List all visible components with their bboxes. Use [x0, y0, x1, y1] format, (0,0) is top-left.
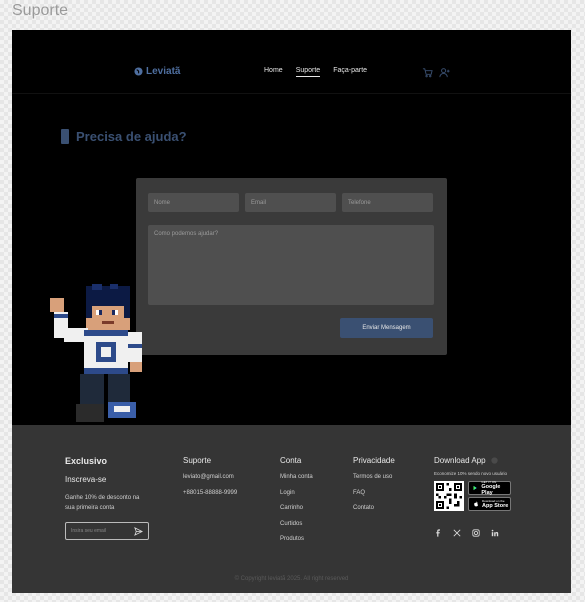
cart-icon[interactable]	[422, 65, 433, 78]
help-heading: Precisa de ajuda?	[61, 129, 187, 144]
store-badges: GET IT ON Google Play Download on the App …	[468, 480, 511, 513]
header-nav: Leviatã Home Suporte Faça-parte	[12, 30, 571, 94]
account-link[interactable]: Carrinho	[280, 505, 313, 521]
linkedin-icon[interactable]	[491, 524, 499, 537]
footer-privacy: Privacidade Termos de uso FAQ Contato	[353, 456, 395, 521]
copyright-text: Copyright leviatã 2025. All right reserv…	[240, 576, 349, 582]
x-twitter-icon[interactable]	[453, 524, 461, 537]
account-link[interactable]: Curtidos	[280, 521, 313, 537]
support-page: Leviatã Home Suporte Faça-parte Precisa …	[12, 30, 571, 593]
footer-exclusive: Exclusivo Inscreva-se Ganhe 10% de desco…	[65, 456, 149, 540]
account-title: Conta	[280, 456, 302, 465]
social-links	[434, 524, 511, 537]
google-play-button[interactable]: GET IT ON Google Play	[468, 480, 511, 496]
support-phone[interactable]: +88015-88888-9999	[183, 490, 237, 506]
send-icon[interactable]	[134, 526, 143, 536]
support-email[interactable]: leviato@gmail.com	[183, 474, 237, 490]
footer-support: Suporte leviato@gmail.com +88015-88888-9…	[183, 456, 237, 505]
nav-faca-parte[interactable]: Faça-parte	[333, 67, 367, 74]
account-link[interactable]: Login	[280, 490, 313, 506]
account-link[interactable]: Minha conta	[280, 474, 313, 490]
email-field[interactable]: Email	[245, 193, 336, 212]
google-play-icon	[473, 485, 477, 491]
brand-name: Leviatã	[146, 66, 181, 77]
download-app-title: Download App	[434, 456, 486, 465]
download-app-row: Download App	[434, 456, 511, 465]
footer-download-app: Download App Economize 10% sendo novo us…	[434, 456, 511, 537]
contact-form: Nome Email Telefone Como podemos ajudar?…	[136, 178, 447, 355]
apple-icon	[474, 501, 479, 507]
nav-home[interactable]: Home	[264, 67, 283, 74]
subscribe-title: Inscreva-se	[65, 475, 107, 484]
phone-field[interactable]: Telefone	[342, 193, 433, 212]
discount-text: Ganhe 10% de desconto na sua primeira co…	[65, 495, 140, 511]
privacy-title: Privacidade	[353, 456, 395, 465]
newsletter-placeholder: Insira seu email	[71, 528, 107, 534]
help-title: Precisa de ajuda?	[76, 129, 187, 144]
app-store-button[interactable]: Download on the App Store	[468, 497, 511, 511]
app-download-row: GET IT ON Google Play Download on the App …	[434, 480, 511, 513]
name-field[interactable]: Nome	[148, 193, 239, 212]
facebook-icon[interactable]	[434, 524, 442, 537]
footer: Exclusivo Inscreva-se Ganhe 10% de desco…	[12, 425, 571, 593]
support-title: Suporte	[183, 456, 212, 465]
copyright: © Copyright leviatã 2025. All right rese…	[12, 576, 571, 582]
app-store-label: App Store	[482, 503, 509, 509]
account-link[interactable]: Produtos	[280, 536, 313, 552]
privacy-link[interactable]: FAQ	[353, 490, 395, 506]
qr-code-icon[interactable]	[434, 481, 464, 511]
newsletter-email-input[interactable]: Insira seu email	[65, 522, 149, 540]
google-play-label: Google Play	[481, 484, 501, 496]
footer-account: Conta Minha conta Login Carrinho Curtido…	[280, 456, 313, 552]
privacy-link[interactable]: Termos de uso	[353, 474, 395, 490]
nav-icons	[422, 65, 450, 78]
brand-logo[interactable]: Leviatã	[134, 66, 180, 77]
user-add-icon[interactable]	[439, 65, 450, 78]
nav-suporte[interactable]: Suporte	[295, 67, 320, 77]
heading-accent-bar	[61, 129, 69, 144]
privacy-link[interactable]: Contato	[353, 505, 395, 521]
send-message-button[interactable]: Enviar Mensagem	[340, 318, 433, 338]
copyright-icon: ©	[234, 576, 239, 582]
leviathan-logo-icon	[134, 67, 143, 76]
app-note: Economize 10% sendo novo usuário	[434, 471, 508, 476]
exclusive-title: Exclusivo	[65, 456, 108, 466]
instagram-icon[interactable]	[472, 524, 480, 537]
message-field[interactable]: Como podemos ajudar?	[148, 225, 434, 305]
frame-title: Suporte	[12, 2, 69, 19]
minecraft-character-illustration	[50, 284, 142, 422]
leviathan-logo-icon	[490, 457, 498, 464]
nav-links: Home Suporte Faça-parte	[264, 67, 367, 77]
